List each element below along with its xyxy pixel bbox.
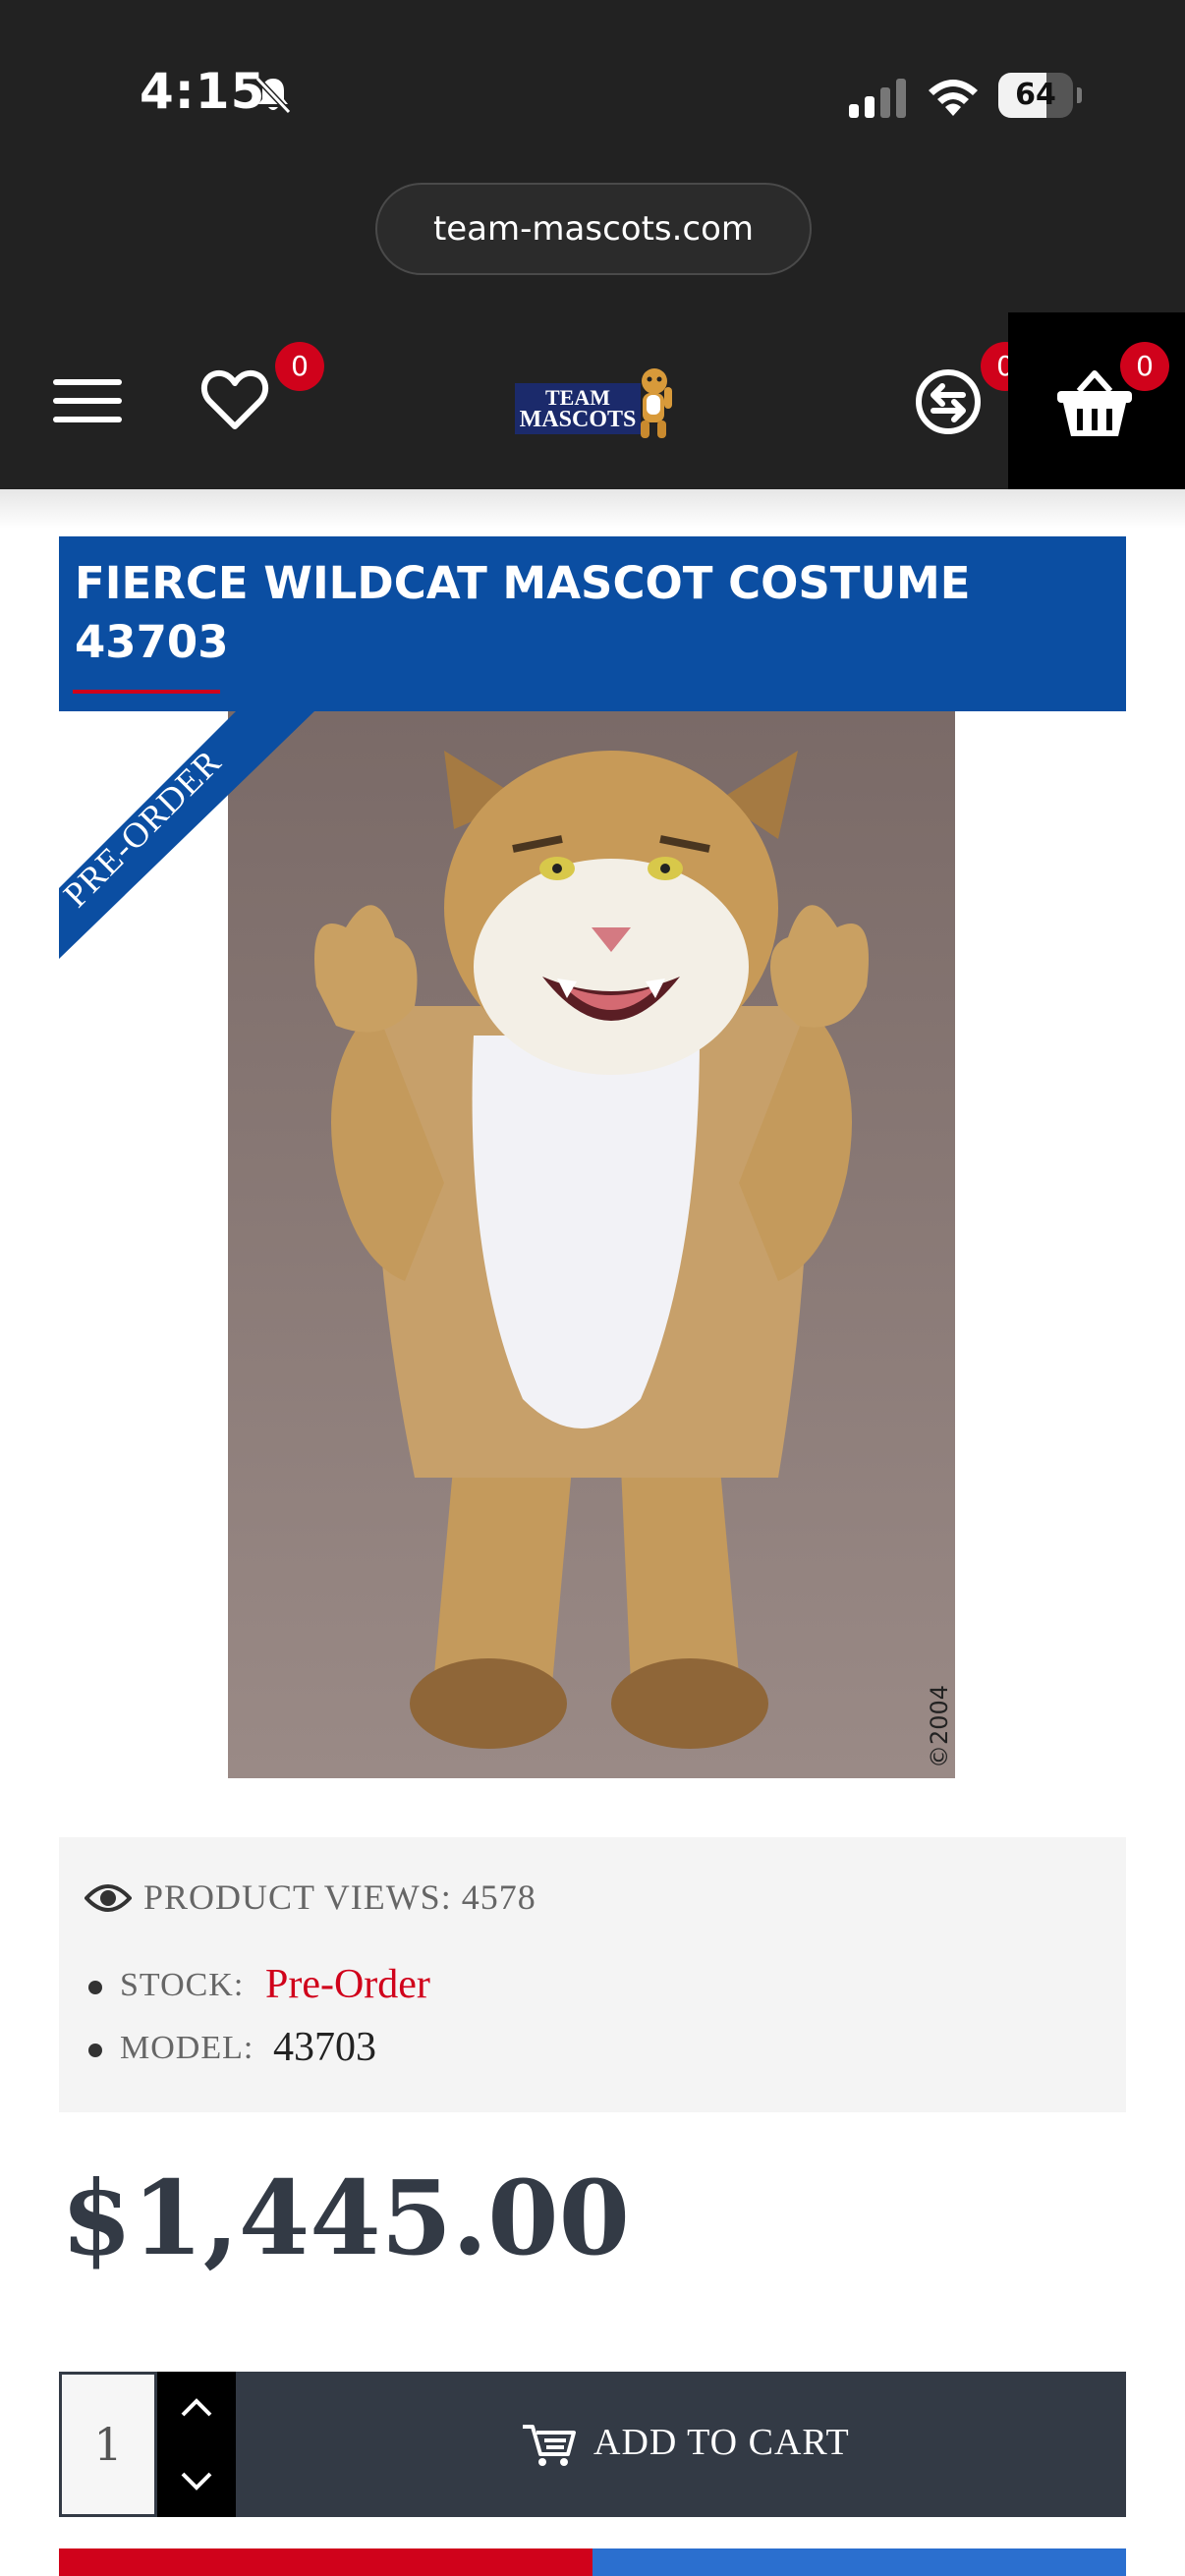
secondary-action-button-right[interactable] xyxy=(592,2548,1126,2576)
logo-line-2: MASCOTS xyxy=(519,407,637,432)
battery-level: 64 xyxy=(1015,78,1056,112)
views-value: 4578 xyxy=(461,1877,536,1917)
address-bar[interactable]: team-mascots.com xyxy=(375,183,812,275)
wishlist-count-badge: 0 xyxy=(275,342,324,391)
title-underline xyxy=(73,690,220,694)
model-label: MODEL: xyxy=(120,2030,254,2066)
cellular-signal-icon xyxy=(849,79,906,118)
stock-label: STOCK: xyxy=(120,1967,245,2003)
tiger-mascot-logo-icon xyxy=(641,368,672,438)
pre-order-ribbon xyxy=(59,711,314,959)
quantity-stepper xyxy=(157,2372,236,2517)
views-label: PRODUCT VIEWS: xyxy=(143,1877,452,1917)
menu-button[interactable] xyxy=(53,373,124,428)
add-to-cart-label: ADD TO CART xyxy=(593,2422,850,2463)
site-logo[interactable]: TEAM MASCOTS xyxy=(515,365,672,440)
stock-value: Pre-Order xyxy=(265,1962,430,2007)
battery-indicator: 64 xyxy=(998,73,1082,118)
bullet-dot xyxy=(88,2044,102,2057)
silent-bell-icon xyxy=(254,76,292,115)
eye-icon xyxy=(85,1884,132,1912)
product-price: $1,445.00 xyxy=(61,2157,630,2278)
product-views: PRODUCT VIEWS: 4578 xyxy=(143,1876,536,1918)
product-info-box: PRODUCT VIEWS: 4578 STOCK: Pre-Order MOD… xyxy=(59,1837,1126,2112)
image-copyright: ©2004 xyxy=(926,1684,953,1768)
status-time: 4:15 xyxy=(140,63,266,120)
header-shadow xyxy=(0,489,1185,529)
product-title-box: FIERCE WILDCAT MASCOT COSTUME 43703 xyxy=(59,536,1126,711)
chevron-down-icon[interactable] xyxy=(179,2468,214,2493)
cart-count-badge: 0 xyxy=(1120,342,1169,391)
add-to-cart-button[interactable]: ADD TO CART xyxy=(236,2372,1126,2517)
quantity-input[interactable]: 1 xyxy=(59,2372,157,2517)
site-header: 0 TEAM MASCOTS 0 0 xyxy=(0,312,1185,489)
compare-arrows-icon[interactable] xyxy=(914,367,983,436)
model-value: 43703 xyxy=(273,2025,376,2070)
logo-line-1: TEAM xyxy=(545,385,610,410)
chevron-up-icon[interactable] xyxy=(179,2395,214,2421)
product-title: FIERCE WILDCAT MASCOT COSTUME 43703 xyxy=(75,557,971,668)
secondary-action-button-left[interactable] xyxy=(59,2548,592,2576)
cart-button[interactable]: 0 xyxy=(1008,312,1185,489)
wifi-icon xyxy=(929,80,978,116)
shopping-cart-icon xyxy=(523,2425,576,2466)
product-image[interactable] xyxy=(228,711,955,1778)
wildcat-costume-illustration xyxy=(228,711,955,1778)
heart-icon[interactable] xyxy=(200,367,269,434)
bullet-dot xyxy=(88,1981,102,1994)
